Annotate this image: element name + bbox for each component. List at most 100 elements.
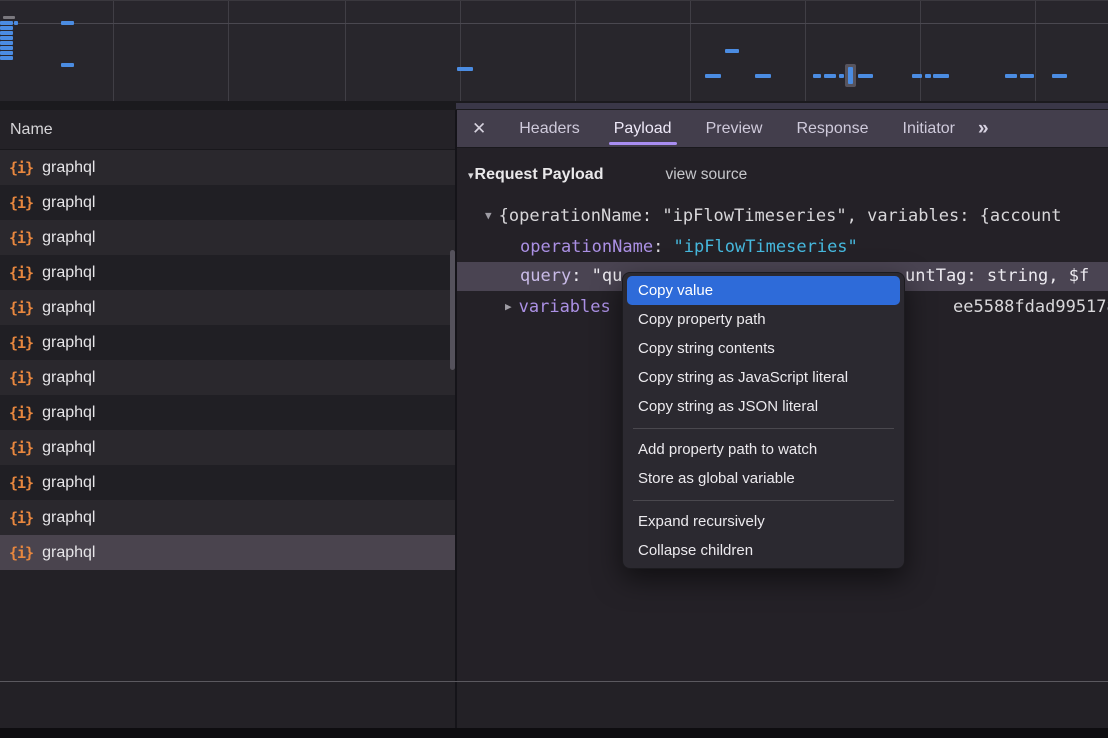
request-row[interactable]: {i} graphql	[0, 325, 455, 360]
json-braces-icon: {i}	[9, 194, 33, 212]
context-menu: Copy valueCopy property pathCopy string …	[622, 272, 905, 569]
request-bar	[0, 41, 13, 45]
request-row[interactable]: {i} graphql	[0, 360, 455, 395]
request-row[interactable]: {i} graphql	[0, 255, 455, 290]
menu-item-copy-property-path[interactable]: Copy property path	[627, 305, 900, 334]
section-expander-icon[interactable]: ▾	[468, 169, 474, 182]
request-bar	[0, 31, 13, 35]
tab-response[interactable]: Response	[779, 110, 885, 147]
timeline-gridline	[690, 1, 691, 102]
request-row[interactable]: {i} graphql	[0, 535, 455, 570]
request-bar	[0, 51, 13, 55]
request-row[interactable]: {i}graphql	[0, 395, 455, 430]
tab-headers[interactable]: Headers	[502, 110, 596, 147]
request-bar	[755, 74, 771, 78]
json-braces-icon: {i}	[9, 544, 33, 562]
json-braces-icon: {i}	[9, 439, 33, 457]
request-bar	[14, 21, 18, 25]
request-name: graphql	[42, 299, 95, 317]
timeline-gridline	[113, 1, 114, 102]
menu-item-add-property-path-to-watch[interactable]: Add property path to watch	[627, 435, 900, 464]
json-braces-icon: {i}	[9, 509, 33, 527]
request-row[interactable]: {i}graphql	[0, 465, 455, 500]
menu-separator	[633, 428, 894, 429]
close-icon[interactable]: ✕	[457, 119, 502, 139]
request-name: graphql	[42, 369, 95, 387]
chevron-down-icon[interactable]: ▼	[485, 209, 492, 222]
request-bar-gray	[3, 16, 15, 19]
request-list: {i} graphql {i} graphql {i} graphql {i} graphql…	[0, 150, 455, 570]
payload-preview-row[interactable]: ▼{operationName: "ipFlowTimeseries", var…	[485, 206, 1108, 228]
request-name: graphql	[42, 264, 95, 282]
detail-tabs: HeadersPayloadPreviewResponseInitiator	[502, 110, 972, 147]
window-bottom-edge	[0, 728, 1108, 738]
menu-item-copy-string-contents[interactable]: Copy string contents	[627, 334, 900, 363]
query-row-right-fragment: untTag: string, $f	[905, 262, 1089, 291]
request-name: graphql	[42, 194, 95, 212]
timeline-gridline	[1035, 1, 1036, 102]
json-braces-icon: {i}	[9, 264, 33, 282]
request-bar	[0, 21, 13, 25]
timeline-gridline	[805, 1, 806, 102]
request-row[interactable]: {i} graphql	[0, 290, 455, 325]
request-bar	[1052, 74, 1067, 78]
request-name: graphql	[42, 159, 95, 177]
network-overview-timeline[interactable]	[0, 0, 1108, 102]
section-title: Request Payload	[475, 166, 604, 184]
column-header-name[interactable]: Name	[0, 110, 455, 150]
request-bar	[858, 74, 873, 78]
request-row[interactable]: {i} graphql	[0, 430, 455, 465]
request-bar	[839, 74, 844, 78]
request-name: graphql	[42, 509, 95, 527]
json-braces-icon: {i}	[9, 474, 33, 492]
more-tabs-icon[interactable]: »	[978, 118, 1000, 140]
menu-item-copy-string-as-json-literal[interactable]: Copy string as JSON literal	[627, 392, 900, 421]
timeline-marker-bar	[848, 67, 853, 84]
json-braces-icon: {i}	[9, 334, 33, 352]
request-name: graphql	[42, 439, 95, 457]
request-row[interactable]: {i}graphql	[0, 220, 455, 255]
menu-item-store-as-global-variable[interactable]: Store as global variable	[627, 464, 900, 493]
request-row[interactable]: {i}graphql	[0, 150, 455, 185]
detail-tabbar: ✕ HeadersPayloadPreviewResponseInitiator…	[457, 110, 1108, 148]
json-braces-icon: {i}	[9, 369, 33, 387]
tab-payload[interactable]: Payload	[597, 110, 689, 147]
menu-item-copy-value[interactable]: Copy value	[627, 276, 900, 305]
request-bar	[813, 74, 821, 78]
request-bar	[705, 74, 721, 78]
operation-name-row[interactable]: operationName: "ipFlowTimeseries"	[520, 237, 1108, 259]
request-bar	[1005, 74, 1017, 78]
timeline-gridline	[345, 1, 346, 102]
request-bar	[0, 26, 13, 30]
request-row[interactable]: {i} graphql	[0, 500, 455, 535]
request-row[interactable]: {i} graphql	[0, 185, 455, 220]
request-bar	[824, 74, 836, 78]
tab-initiator[interactable]: Initiator	[886, 110, 972, 147]
chevron-right-icon[interactable]: ▶	[505, 300, 512, 313]
json-braces-icon: {i}	[9, 229, 33, 247]
menu-item-expand-recursively[interactable]: Expand recursively	[627, 507, 900, 536]
request-bar	[933, 74, 949, 78]
timeline-gridline	[575, 1, 576, 102]
overview-scroll-strip[interactable]	[456, 103, 1108, 109]
timeline-gridline	[460, 1, 461, 102]
menu-item-copy-string-as-javascript-literal[interactable]: Copy string as JavaScript literal	[627, 363, 900, 392]
request-bar	[61, 63, 74, 67]
request-bar	[0, 56, 13, 60]
timeline-gridline	[920, 1, 921, 102]
view-source-link[interactable]: view source	[665, 166, 747, 184]
variables-right-fragment: ee5588fdad995178a0	[953, 297, 1108, 317]
request-bar	[0, 36, 13, 40]
menu-item-collapse-children[interactable]: Collapse children	[627, 536, 900, 565]
menu-separator	[633, 500, 894, 501]
request-name: graphql	[42, 334, 95, 352]
footer-divider	[0, 681, 1108, 682]
request-bar	[457, 67, 473, 71]
request-name: graphql	[42, 544, 95, 562]
request-name: graphql	[42, 404, 95, 422]
request-bar	[61, 21, 74, 25]
request-bar	[912, 74, 922, 78]
tab-preview[interactable]: Preview	[689, 110, 780, 147]
request-bar	[925, 74, 931, 78]
json-braces-icon: {i}	[9, 299, 33, 317]
